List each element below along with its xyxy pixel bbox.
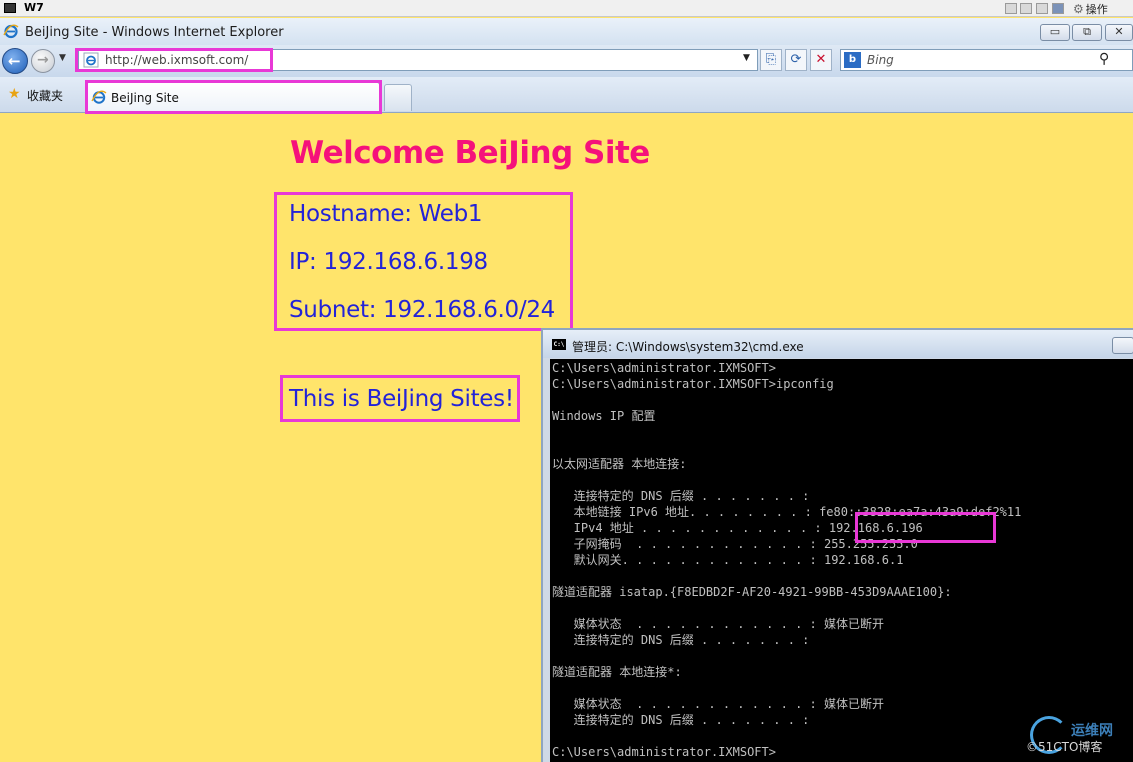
watermark-text: ©51CTO博客: [1026, 740, 1103, 754]
cmd-window[interactable]: C:\ 管理员: C:\Windows\system32\cmd.exe C:\…: [541, 328, 1133, 762]
console-line: 默认网关. . . . . . . . . . . . . : 192.168.…: [552, 553, 904, 567]
favorites-button[interactable]: 收藏夹: [27, 87, 63, 104]
stop-icon[interactable]: ✕: [810, 49, 832, 71]
cmd-title: 管理员: C:\Windows\system32\cmd.exe: [572, 340, 804, 354]
console-line: 连接特定的 DNS 后缀 . . . . . . . :: [552, 633, 810, 647]
ie-logo-icon: [3, 24, 19, 39]
forward-arrow-icon: →: [37, 52, 49, 68]
vm-maximize-button[interactable]: [1036, 3, 1048, 14]
hostname-text: Hostname: Web1: [289, 201, 483, 227]
vm-toolbar: W7 ⚙ 操作: [0, 0, 1133, 17]
console-line: 媒体状态 . . . . . . . . . . . . : 媒体已断开: [552, 697, 884, 711]
vm-actions-label: 操作: [1085, 3, 1108, 16]
maximize-button[interactable]: ⧉: [1072, 24, 1102, 41]
ie-title-bar: BeiJing Site - Windows Internet Explorer…: [0, 18, 1133, 45]
vm-restore-button[interactable]: [1020, 3, 1032, 14]
console-line: 连接特定的 DNS 后缀 . . . . . . . :: [552, 713, 810, 727]
bing-logo-icon: b: [844, 52, 861, 68]
cmd-icon: C:\: [552, 339, 566, 350]
search-icon[interactable]: ⚲: [1099, 51, 1109, 67]
console-line: 隧道适配器 isatap.{F8EDBD2F-AF20-4921-99BB-45…: [552, 585, 952, 599]
highlight-address-box: [75, 48, 273, 72]
recent-pages-dropdown-icon[interactable]: ▼: [59, 53, 66, 63]
vm-keyboard-icon[interactable]: [1052, 3, 1064, 14]
cmd-title-bar[interactable]: C:\ 管理员: C:\Windows\system32\cmd.exe: [543, 330, 1133, 358]
search-box[interactable]: b Bing ⚲: [840, 49, 1133, 71]
highlight-ipv4-box: [855, 512, 996, 543]
cmd-minimize-button[interactable]: [1112, 337, 1133, 354]
refresh-icon[interactable]: ⟳: [785, 49, 807, 71]
compatibility-view-icon[interactable]: ⎘: [760, 49, 782, 71]
vm-minimize-button[interactable]: [1005, 3, 1017, 14]
console-line: Windows IP 配置: [552, 409, 656, 423]
gear-icon: ⚙: [1073, 2, 1084, 16]
back-arrow-icon: ←: [8, 52, 21, 70]
console-line: 连接特定的 DNS 后缀 . . . . . . . :: [552, 489, 810, 503]
vm-title: W7: [24, 1, 44, 14]
close-button[interactable]: ✕: [1105, 24, 1133, 41]
window-title: BeiJing Site - Windows Internet Explorer: [25, 25, 284, 40]
console-line: 媒体状态 . . . . . . . . . . . . : 媒体已断开: [552, 617, 884, 631]
console-line: C:\Users\administrator.IXMSOFT>ipconfig: [552, 377, 834, 391]
console-line: 隧道适配器 本地连接*:: [552, 665, 682, 679]
star-icon[interactable]: ★: [8, 86, 21, 102]
address-dropdown-icon[interactable]: ▼: [743, 53, 750, 63]
back-button[interactable]: ←: [2, 48, 28, 74]
console-line: C:\Users\administrator.IXMSOFT>: [552, 361, 776, 375]
sites-message: This is BeiJing Sites!: [289, 386, 514, 412]
minimize-button[interactable]: ▭: [1040, 24, 1070, 41]
ip-text: IP: 192.168.6.198: [289, 249, 488, 275]
console-line: 以太网适配器 本地连接:: [552, 457, 687, 471]
search-input[interactable]: Bing: [867, 53, 894, 67]
cmd-console[interactable]: C:\Users\administrator.IXMSOFT> C:\Users…: [550, 359, 1133, 762]
vm-actions-menu[interactable]: ⚙ 操作: [1073, 1, 1108, 17]
vm-icon: [4, 3, 16, 13]
page-heading: Welcome BeiJing Site: [290, 135, 650, 171]
console-line: C:\Users\administrator.IXMSOFT>: [552, 745, 776, 759]
highlight-tab-box: [85, 80, 382, 114]
watermark-text: 运维网: [1071, 723, 1113, 739]
forward-button[interactable]: →: [31, 49, 55, 73]
subnet-text: Subnet: 192.168.6.0/24: [289, 297, 555, 323]
new-tab-button[interactable]: [384, 84, 412, 111]
